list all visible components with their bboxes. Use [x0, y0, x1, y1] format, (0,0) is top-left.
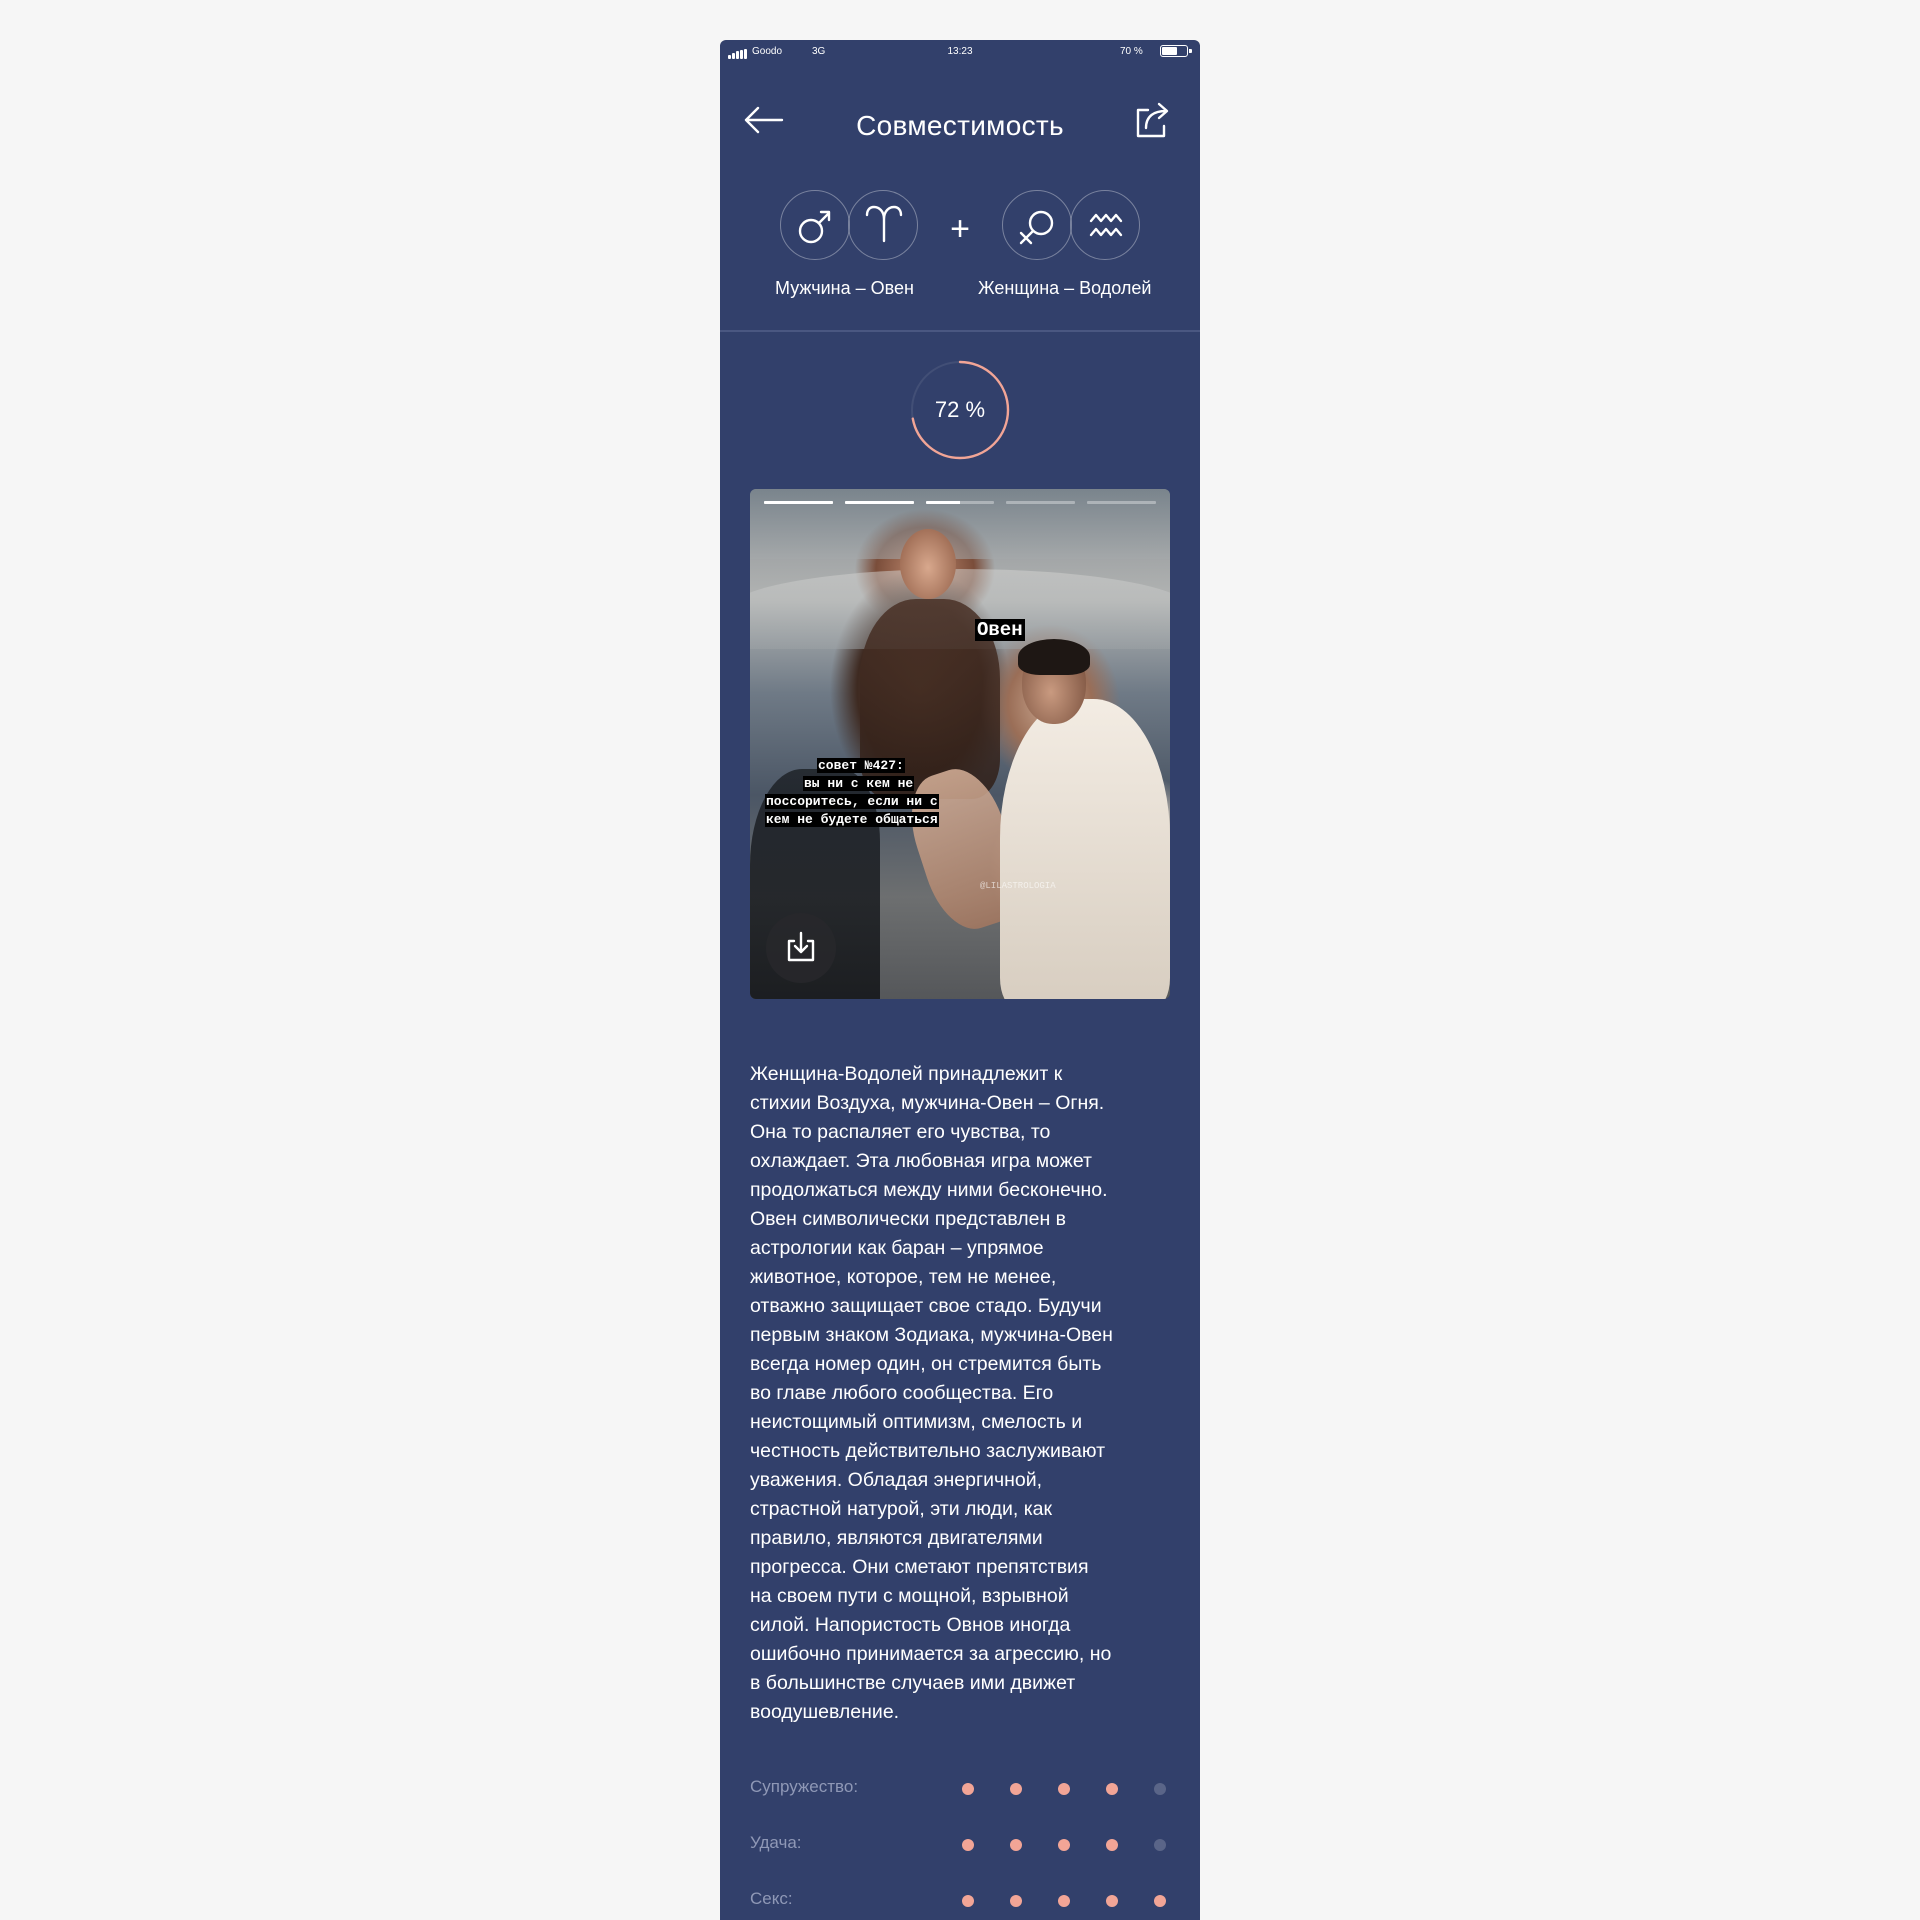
story-progress-segment	[925, 501, 995, 504]
man-sign-label: Мужчина – Овен	[775, 278, 914, 298]
share-icon	[1136, 102, 1169, 138]
rating-dot-filled	[1106, 1783, 1118, 1795]
rating-row: Удача:	[750, 1831, 1170, 1887]
battery-percent: 70 %	[1120, 46, 1143, 57]
story-sign-caption: Овен	[975, 619, 1025, 641]
rating-dot-filled	[1010, 1839, 1022, 1851]
rating-label: Секс:	[750, 1889, 793, 1908]
tip-line: вы ни с кем не	[803, 776, 915, 791]
rating-row: Секс:	[750, 1887, 1170, 1920]
rating-label: Супружество:	[750, 1777, 859, 1796]
story-progress-segment	[1006, 501, 1076, 504]
aquarius-icon	[1070, 190, 1140, 260]
story-card[interactable]: Овен совет №427: вы ни с кем не поссорит…	[750, 489, 1170, 999]
story-progress-segment	[1087, 501, 1156, 504]
rating-dot-filled	[1058, 1783, 1070, 1795]
share-button[interactable]	[1130, 98, 1174, 142]
rating-dot-filled	[962, 1839, 974, 1851]
battery-icon	[1160, 45, 1192, 57]
female-symbol-icon	[1002, 190, 1072, 260]
rating-dot-filled	[1010, 1895, 1022, 1907]
story-progress-segment	[764, 501, 833, 504]
story-tip-text: совет №427: вы ни с кем не поссоритесь, …	[765, 757, 975, 829]
story-watermark: @LILASTROLOGIA	[980, 881, 1056, 891]
download-icon	[787, 931, 815, 962]
ratings-list: Супружество: Удача: Секс:	[750, 1775, 1170, 1920]
rating-dot-empty	[1154, 1783, 1166, 1795]
rating-label: Удача:	[750, 1833, 802, 1852]
nav-header: Совместимость	[720, 90, 1200, 150]
rating-dot-filled	[1154, 1895, 1166, 1907]
download-button[interactable]	[766, 913, 836, 983]
page-title: Совместимость	[856, 110, 1064, 141]
aries-icon	[848, 190, 918, 260]
compatibility-percent: 72 %	[934, 397, 986, 422]
status-bar: Goodo 3G 13:23 70 %	[720, 40, 1200, 66]
app-screen: Goodo 3G 13:23 70 % Совместимость + Мужч…	[720, 40, 1200, 1920]
rating-dot-filled	[962, 1783, 974, 1795]
divider	[720, 330, 1200, 332]
rating-dot-filled	[1010, 1783, 1022, 1795]
plus-sign: +	[950, 210, 970, 248]
woman-sign-label: Женщина – Водолей	[978, 278, 1152, 298]
rating-row: Супружество:	[750, 1775, 1170, 1831]
tip-line: совет №427:	[817, 758, 905, 773]
compatibility-ring: 72 %	[910, 360, 1010, 460]
story-progress-segment	[844, 501, 914, 504]
compatibility-description: Женщина-Водолей принадлежит к стихии Воз…	[750, 1063, 1113, 1723]
tip-line: кем не будете общаться	[765, 812, 939, 827]
rating-dot-filled	[1058, 1839, 1070, 1851]
male-symbol-icon	[780, 190, 850, 260]
rating-dot-empty	[1154, 1839, 1166, 1851]
rating-dot-filled	[1106, 1839, 1118, 1851]
rating-dot-filled	[962, 1895, 974, 1907]
tip-line: поссоритесь, если ни с	[765, 794, 939, 809]
zodiac-pair: + Мужчина – Овен Женщина – Водолей	[720, 190, 1200, 340]
rating-dot-filled	[1106, 1895, 1118, 1907]
rating-dot-filled	[1058, 1895, 1070, 1907]
story-progress	[764, 501, 1156, 504]
